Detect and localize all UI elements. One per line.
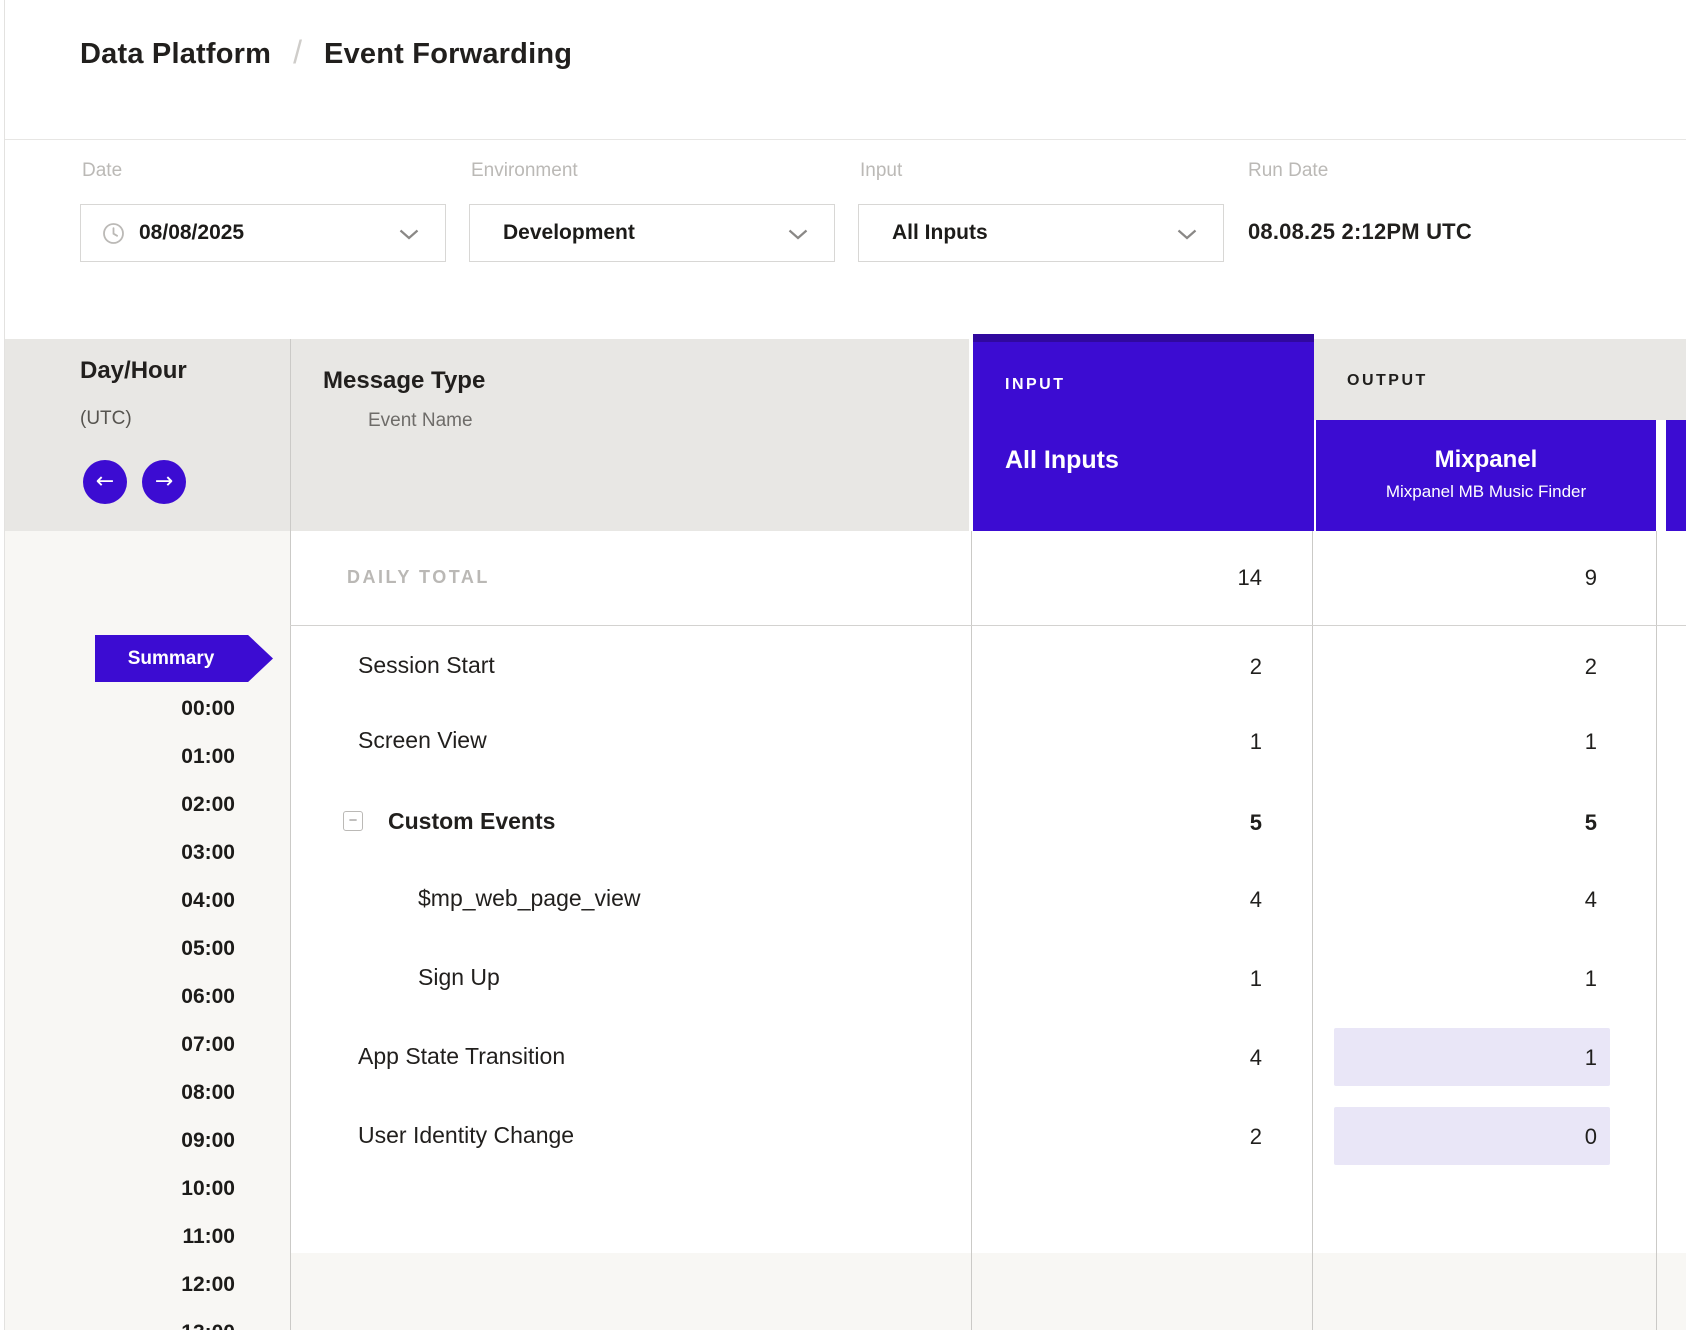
hour-label[interactable]: 05:00 [0, 936, 235, 962]
event-forwarding-page: Data Platform / Event Forwarding Date 08… [0, 0, 1686, 1330]
hour-label[interactable]: 09:00 [0, 1128, 235, 1154]
environment-label: Environment [471, 160, 578, 182]
prev-day-button[interactable]: ← [83, 460, 127, 504]
output-cell: 5 [1585, 810, 1597, 836]
output-cell: 2 [1585, 654, 1597, 680]
output-cell-highlighted[interactable] [1334, 1107, 1610, 1165]
output-cell: 1 [1585, 1045, 1597, 1071]
breadcrumb-section[interactable]: Data Platform [80, 38, 271, 71]
input-column-selected-value: All Inputs [1005, 446, 1119, 475]
table-row: $mp_web_page_view 4 4 [290, 871, 1686, 927]
daily-total-input-value: 14 [1238, 565, 1262, 591]
arrow-left-icon: ← [96, 469, 114, 494]
summary-badge[interactable]: Summary [95, 635, 273, 682]
message-type-title: Message Type [323, 367, 485, 395]
hour-label[interactable]: 04:00 [0, 888, 235, 914]
message-type-label: App State Transition [358, 1043, 565, 1070]
table-row: − Custom Events 5 5 [290, 794, 1686, 850]
hour-label[interactable]: 07:00 [0, 1032, 235, 1058]
table-row: User Identity Change 2 0 [290, 1108, 1686, 1164]
table-row: Sign Up 1 1 [290, 950, 1686, 1006]
environment-select[interactable]: Development [469, 204, 835, 262]
output-cell: 0 [1585, 1124, 1597, 1150]
message-type-label: Session Start [358, 652, 495, 679]
mixpanel-title: Mixpanel [1316, 446, 1656, 474]
grid-line [1656, 531, 1657, 1330]
hour-label[interactable]: 06:00 [0, 984, 235, 1010]
run-date-value: 08.08.25 2:12PM UTC [1248, 219, 1472, 245]
input-column-label: INPUT [1005, 376, 1066, 394]
arrow-right-icon: → [155, 469, 173, 494]
table-row: Session Start 2 2 [290, 638, 1686, 694]
daily-total-label: DAILY TOTAL [347, 567, 490, 588]
input-cell: 1 [1250, 729, 1262, 755]
topbar-divider [0, 139, 1686, 140]
day-hour-subtitle: (UTC) [80, 408, 132, 430]
mixpanel-column-header[interactable]: Mixpanel Mixpanel MB Music Finder [1316, 420, 1656, 531]
grid-line [971, 531, 972, 1330]
clock-icon [102, 222, 125, 245]
column-gap [1656, 420, 1666, 531]
message-type-label: Custom Events [388, 808, 555, 835]
date-label: Date [82, 160, 122, 182]
output-cell-highlighted[interactable] [1334, 1028, 1610, 1086]
page-title: Event Forwarding [324, 38, 572, 71]
input-cell: 4 [1250, 1045, 1262, 1071]
input-cell: 4 [1250, 887, 1262, 913]
hour-label[interactable]: 02:00 [0, 792, 235, 818]
run-date-label: Run Date [1248, 160, 1328, 182]
input-cell: 5 [1250, 810, 1262, 836]
daily-total-output-value: 9 [1585, 565, 1597, 591]
input-value: All Inputs [892, 221, 988, 245]
hour-label[interactable]: 11:00 [0, 1224, 235, 1250]
daily-total-divider [290, 625, 1686, 626]
output-column-partial [1666, 420, 1686, 531]
event-name-subtitle: Event Name [368, 410, 473, 432]
hour-label[interactable]: 08:00 [0, 1080, 235, 1106]
next-day-button[interactable]: → [142, 460, 186, 504]
grid-line [1312, 531, 1313, 1330]
output-column-label: OUTPUT [1347, 372, 1428, 390]
input-label: Input [860, 160, 902, 182]
table-row: App State Transition 4 1 [290, 1029, 1686, 1085]
collapse-icon[interactable]: − [343, 811, 363, 831]
hour-label[interactable]: 12:00 [0, 1272, 235, 1298]
breadcrumb: Data Platform / Event Forwarding [80, 36, 572, 73]
date-value: 08/08/2025 [139, 221, 244, 245]
table-row: Screen View 1 1 [290, 713, 1686, 769]
date-select[interactable]: 08/08/2025 [80, 204, 446, 262]
hour-label[interactable]: 10:00 [0, 1176, 235, 1202]
grid-line [290, 339, 291, 1330]
input-column-header[interactable]: INPUT All Inputs [973, 334, 1314, 531]
panel-left-edge [0, 0, 5, 1330]
message-type-label: User Identity Change [358, 1122, 574, 1149]
chevron-down-icon [788, 229, 808, 240]
day-hour-title: Day/Hour [80, 357, 187, 385]
input-cell: 2 [1250, 1124, 1262, 1150]
message-type-label: Screen View [358, 727, 487, 754]
input-select[interactable]: All Inputs [858, 204, 1224, 262]
breadcrumb-separator: / [293, 34, 302, 71]
output-cell: 1 [1585, 966, 1597, 992]
minus-glyph: − [349, 812, 358, 829]
environment-value: Development [503, 221, 635, 245]
mixpanel-subtitle: Mixpanel MB Music Finder [1316, 482, 1656, 502]
input-cell: 1 [1250, 966, 1262, 992]
hour-label[interactable]: 01:00 [0, 744, 235, 770]
input-column-accent-strip [973, 334, 1314, 342]
output-cell: 4 [1585, 887, 1597, 913]
hour-label[interactable]: 00:00 [0, 696, 235, 722]
chevron-down-icon [1177, 229, 1197, 240]
event-name-label: $mp_web_page_view [418, 885, 641, 912]
output-cell: 1 [1585, 729, 1597, 755]
hour-label[interactable]: 13:00 [0, 1320, 235, 1330]
chevron-down-icon [399, 229, 419, 240]
input-cell: 2 [1250, 654, 1262, 680]
event-name-label: Sign Up [418, 964, 500, 991]
table-footer-band [290, 1253, 1686, 1330]
hour-label[interactable]: 03:00 [0, 840, 235, 866]
